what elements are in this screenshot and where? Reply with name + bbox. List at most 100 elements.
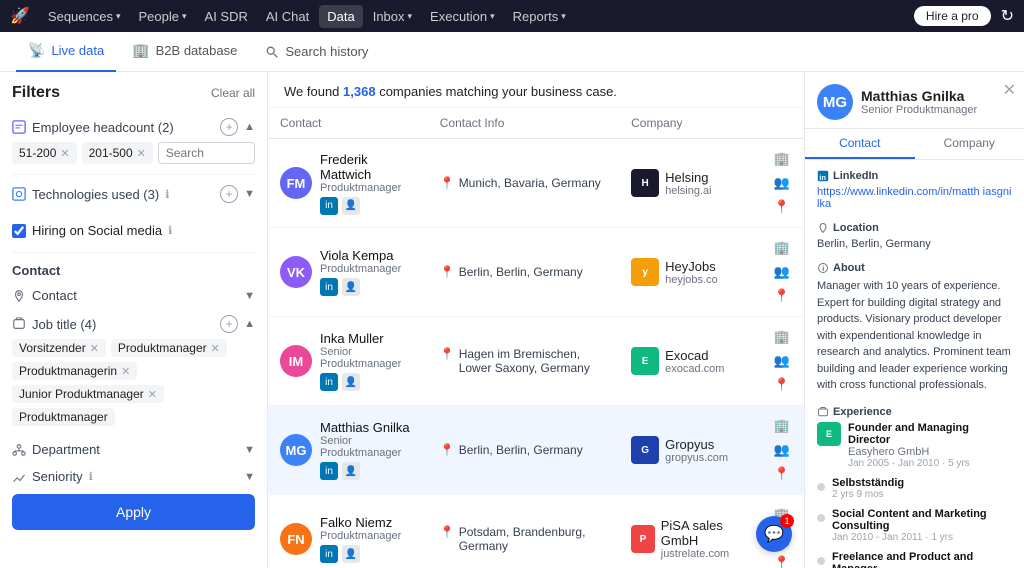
exp-dot — [817, 557, 825, 565]
tab-live-data[interactable]: 📡 Live data — [16, 32, 116, 72]
nav-sequences[interactable]: Sequences ▾ — [40, 5, 129, 28]
panel-tab-contact[interactable]: Contact — [805, 129, 915, 159]
row-action-icon-2[interactable]: 👥 — [772, 262, 792, 282]
refresh-icon[interactable]: ↻ — [1001, 6, 1014, 26]
row-action-icon-2[interactable]: 👥 — [772, 173, 792, 193]
people-icon[interactable]: 👤 — [342, 545, 360, 563]
remove-produktmanagerin[interactable]: ✕ — [121, 365, 130, 378]
experience-title: Experience — [817, 406, 1012, 418]
filter-row-seniority[interactable]: Seniority ℹ ▼ — [12, 463, 255, 490]
job-title-add-button[interactable]: + — [220, 315, 238, 333]
company-name: PiSA sales GmbH — [661, 518, 748, 548]
contact-location-chevron[interactable]: ▼ — [244, 290, 255, 302]
nav-ai-sdr[interactable]: AI SDR — [197, 5, 256, 28]
row-action-icon-3[interactable]: 📍 — [772, 553, 792, 568]
table-row[interactable]: FN Falko Niemz Produktmanager in 👤 📍 Pot… — [268, 495, 804, 568]
people-icon[interactable]: 👤 — [342, 197, 360, 215]
nav-ai-chat[interactable]: AI Chat — [258, 5, 317, 28]
contact-section-header: Contact — [12, 257, 255, 282]
row-action-icon-1[interactable]: 🏢 — [772, 238, 792, 258]
linkedin-small-icon[interactable]: in — [320, 462, 338, 480]
tech-info-icon[interactable]: ℹ — [165, 188, 169, 201]
table-row[interactable]: VK Viola Kempa Produktmanager in 👤 📍 Ber… — [268, 228, 804, 317]
row-action-icon-3[interactable]: 📍 — [772, 464, 792, 484]
panel-tab-company[interactable]: Company — [915, 129, 1024, 159]
company-url: exocad.com — [665, 363, 724, 375]
row-action-icon-1[interactable]: 🏢 — [772, 416, 792, 436]
panel-avatar: MG — [817, 84, 853, 120]
tech-collapse-icon[interactable]: ▼ — [244, 188, 255, 200]
svg-text:i: i — [822, 264, 824, 273]
company-logo: G — [631, 436, 659, 464]
row-action-icon-2[interactable]: 👥 — [772, 440, 792, 460]
headcount-icon — [12, 120, 26, 134]
about-title: i About — [817, 262, 1012, 274]
job-title-collapse-icon[interactable]: ▲ — [244, 318, 255, 330]
result-header: We found 1,368 companies matching your b… — [268, 72, 804, 108]
people-icon[interactable]: 👤 — [342, 278, 360, 296]
nav-execution[interactable]: Execution ▾ — [422, 5, 503, 28]
remove-tag-51-200[interactable]: ✕ — [60, 147, 69, 160]
hire-pro-button[interactable]: Hire a pro — [914, 6, 991, 26]
row-action-icon-2[interactable]: 👥 — [772, 351, 792, 371]
right-panel: MG Matthias Gnilka Senior Produktmanager… — [804, 72, 1024, 568]
nav-inbox[interactable]: Inbox ▾ — [365, 5, 420, 28]
filter-row-department[interactable]: Department ▼ — [12, 436, 255, 463]
hiring-social-info-icon[interactable]: ℹ — [168, 224, 172, 237]
hiring-social-checkbox[interactable] — [12, 224, 26, 238]
nav-data[interactable]: Data — [319, 5, 362, 28]
company-logo: H — [631, 169, 659, 197]
nav-reports[interactable]: Reports ▾ — [505, 5, 574, 28]
remove-produktmanager-1[interactable]: ✕ — [211, 342, 220, 355]
department-chevron[interactable]: ▼ — [244, 444, 255, 456]
apply-button[interactable]: Apply — [12, 494, 255, 530]
exp-details: Founder and Managing Director Easyhero G… — [848, 422, 1012, 469]
tech-add-button[interactable]: + — [220, 185, 238, 203]
seniority-label: Seniority — [32, 469, 83, 484]
row-action-icon-3[interactable]: 📍 — [772, 197, 792, 217]
company-name: HeyJobs — [665, 259, 718, 274]
filter-row-headcount[interactable]: Employee headcount (2) + ▲ — [12, 112, 255, 142]
people-icon[interactable]: 👤 — [342, 373, 360, 391]
row-action-icon-1[interactable]: 🏢 — [772, 149, 792, 169]
nav-people[interactable]: People ▾ — [131, 5, 195, 28]
filter-row-job-title[interactable]: Job title (4) + ▲ — [12, 309, 255, 339]
linkedin-small-icon[interactable]: in — [320, 278, 338, 296]
clear-all-button[interactable]: Clear all — [211, 86, 255, 100]
filter-row-contact-location[interactable]: Contact ▼ — [12, 282, 255, 309]
table-row[interactable]: IM Inka Muller Senior Produktmanager in … — [268, 317, 804, 406]
location-value: Berlin, Berlin, Germany — [817, 238, 1012, 250]
filter-row-tech[interactable]: Technologies used (3) ℹ + ▼ — [12, 179, 255, 209]
people-icon[interactable]: 👤 — [342, 462, 360, 480]
tab-search-history[interactable]: Search history — [253, 44, 380, 59]
remove-vorsitzender[interactable]: ✕ — [90, 342, 99, 355]
linkedin-small-icon[interactable]: in — [320, 197, 338, 215]
headcount-add-button[interactable]: + — [220, 118, 238, 136]
linkedin-url[interactable]: https://www.linkedin.com/in/matth iasgni… — [817, 186, 1012, 210]
col-actions — [760, 108, 804, 139]
seniority-info-icon[interactable]: ℹ — [89, 470, 93, 483]
headcount-collapse-icon[interactable]: ▲ — [244, 121, 255, 133]
chat-bubble[interactable]: 💬 1 — [756, 516, 792, 552]
panel-close-button[interactable]: ✕ — [1003, 80, 1016, 100]
headcount-search-input[interactable] — [158, 142, 255, 164]
linkedin-small-icon[interactable]: in — [320, 373, 338, 391]
row-action-icon-3[interactable]: 📍 — [772, 375, 792, 395]
tab-b2b-database[interactable]: 🏢 B2B database — [120, 32, 249, 72]
divider — [12, 174, 255, 175]
b2b-icon: 🏢 — [132, 42, 149, 59]
row-action-icon-1[interactable]: 🏢 — [772, 327, 792, 347]
table-row[interactable]: FM Frederik Mattwich Produktmanager in 👤… — [268, 139, 804, 228]
row-location-pin: 📍 — [440, 176, 455, 190]
remove-tag-201-500[interactable]: ✕ — [137, 147, 146, 160]
exp-date: Jan 2010 - Jan 2011 · 1 yrs — [832, 532, 1012, 543]
seniority-chevron[interactable]: ▼ — [244, 471, 255, 483]
headcount-tags: 51-200 ✕ 201-500 ✕ — [12, 142, 255, 164]
remove-junior-pm[interactable]: ✕ — [148, 388, 157, 401]
linkedin-small-icon[interactable]: in — [320, 545, 338, 563]
row-location-pin: 📍 — [440, 443, 455, 457]
exp-details: Social Content and Marketing Consulting … — [832, 508, 1012, 543]
result-text-post: companies matching your business case. — [376, 84, 617, 99]
table-row[interactable]: MG Matthias Gnilka Senior Produktmanager… — [268, 406, 804, 495]
row-action-icon-3[interactable]: 📍 — [772, 286, 792, 306]
